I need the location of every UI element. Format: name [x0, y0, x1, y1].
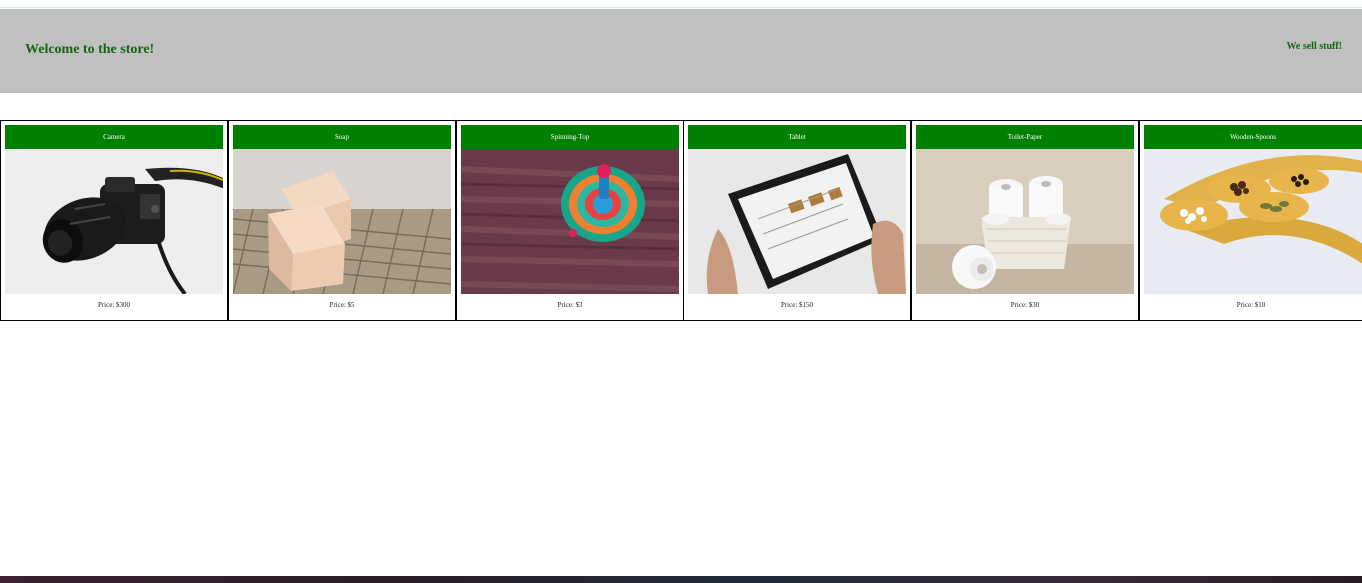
product-card-wooden-spoons[interactable]: Wooden-Spoons Price: $10	[1139, 120, 1362, 321]
product-price: Price: $300	[97, 301, 131, 309]
toilet-paper-image	[916, 149, 1134, 294]
product-card-toilet-paper[interactable]: Toilet-Paper Price: $30	[911, 120, 1139, 321]
product-card-spinning-top[interactable]: Spinning-Top Price: $3	[456, 120, 684, 321]
product-card-camera[interactable]: Camera Price: $300	[0, 120, 228, 321]
camera-image	[5, 149, 223, 294]
soap-image	[233, 149, 451, 294]
product-card-soap[interactable]: Soap Price: $5	[228, 120, 456, 321]
tablet-image	[688, 149, 906, 294]
product-price: Price: $150	[780, 301, 814, 309]
page-title: Welcome to the store!	[25, 42, 155, 57]
product-price: Price: $30	[1010, 301, 1040, 309]
product-price: Price: $10	[1236, 301, 1266, 309]
product-price: Price: $5	[329, 301, 355, 309]
product-card-tablet[interactable]: Tablet Price: $150	[683, 120, 911, 321]
spinning-top-image	[461, 149, 679, 294]
store-header: Welcome to the store! We sell stuff!	[0, 9, 1362, 93]
desktop-background-strip	[0, 576, 1362, 583]
wooden-spoons-image	[1144, 149, 1362, 294]
product-title: Camera	[5, 125, 223, 149]
store-tagline: We sell stuff!	[1286, 41, 1342, 52]
product-title: Toilet-Paper	[916, 125, 1134, 149]
product-title: Wooden-Spoons	[1144, 125, 1362, 149]
product-grid: Camera Price: $300 Soap Price: $5 Spinni…	[0, 120, 1362, 321]
product-title: Spinning-Top	[461, 125, 679, 149]
product-title: Soap	[233, 125, 451, 149]
product-price: Price: $3	[557, 301, 583, 309]
product-title: Tablet	[688, 125, 906, 149]
top-strip	[0, 0, 1362, 8]
